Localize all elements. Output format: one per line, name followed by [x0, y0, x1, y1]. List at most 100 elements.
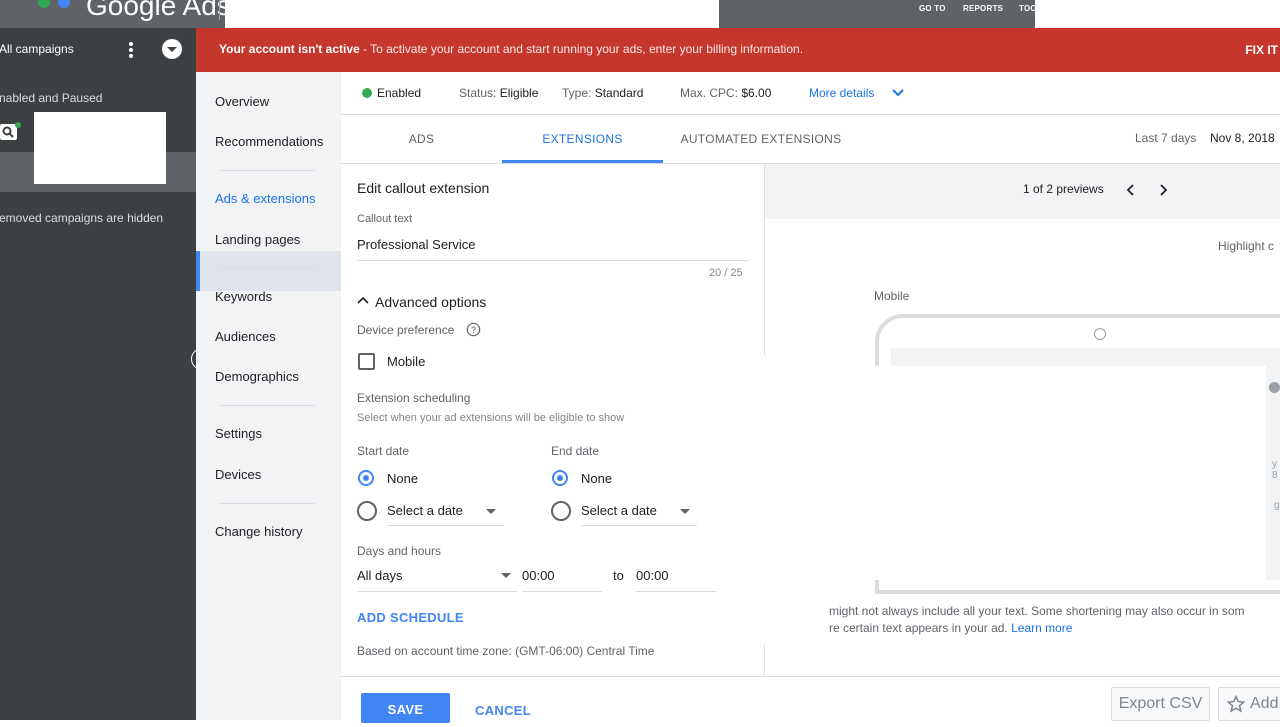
star-icon — [1227, 695, 1245, 713]
start-none-label: None — [387, 471, 419, 486]
redacted-area — [34, 112, 166, 184]
end-none-radio[interactable] — [552, 470, 568, 486]
dropdown-circle-icon[interactable] — [161, 38, 183, 60]
menu-divider — [219, 267, 315, 268]
tab-automated-extensions[interactable]: AUTOMATED EXTENSIONS — [663, 132, 859, 146]
menu-item-overview[interactable]: Overview — [215, 94, 269, 109]
timezone-note: Based on account time zone: (GMT-06:00) … — [357, 644, 655, 658]
status-field: Status: Eligible — [459, 86, 538, 100]
cpc-label: Max. CPC: — [680, 86, 739, 100]
edit-callout-panel: Edit callout extension Callout text Prof… — [341, 164, 764, 676]
mobile-checkbox[interactable] — [358, 353, 375, 370]
end-none-label: None — [581, 471, 613, 486]
learn-more-link[interactable]: Learn more — [1011, 621, 1072, 635]
date-range-value[interactable]: Nov 8, 2018 — [1210, 131, 1275, 145]
banner-text: - To activate your account and start run… — [359, 42, 804, 56]
enabled-status[interactable]: Enabled — [377, 86, 421, 100]
menu-divider — [219, 503, 315, 504]
status-value: Eligible — [499, 86, 539, 100]
status-label: Status: — [459, 86, 497, 100]
preview-text-fragment: y 8 — [1272, 459, 1278, 481]
from-time-input[interactable]: 00:00 — [522, 568, 555, 583]
input-underline — [522, 591, 602, 592]
tab-ads[interactable]: ADS — [341, 132, 502, 146]
redacted-area — [1035, 0, 1280, 28]
cancel-button[interactable]: CANCEL — [475, 703, 531, 718]
start-none-radio[interactable] — [358, 470, 374, 486]
highlight-text: Highlight c — [1218, 239, 1275, 253]
input-underline — [636, 591, 716, 592]
chevron-right-icon[interactable] — [1156, 182, 1170, 198]
logo-green-dot — [38, 0, 50, 8]
callout-text-input[interactable]: Professional Service — [357, 237, 476, 252]
more-vert-icon[interactable] — [126, 40, 136, 60]
menu-item-settings[interactable]: Settings — [215, 426, 262, 441]
help-icon[interactable]: ? — [466, 322, 481, 337]
campaign-scope-label[interactable]: All campaigns — [0, 42, 74, 56]
end-select-date-dropdown[interactable]: Select a date — [581, 503, 657, 518]
active-menu-highlight — [196, 251, 341, 291]
menu-item-audiences[interactable]: Audiences — [215, 329, 276, 344]
dropdown-underline — [387, 525, 503, 526]
caret-down-icon[interactable] — [486, 509, 496, 514]
caret-down-icon[interactable] — [501, 573, 511, 578]
caret-down-icon[interactable] — [680, 509, 690, 514]
advanced-options-toggle[interactable]: Advanced options — [375, 294, 486, 310]
fix-it-button[interactable]: FIX IT — [1245, 43, 1278, 57]
panel-title: Edit callout extension — [357, 180, 490, 196]
menu-item-landing-pages[interactable]: Landing pages — [215, 232, 300, 247]
nav-goto[interactable]: GO TO — [919, 4, 946, 13]
end-date-label: End date — [551, 444, 600, 458]
account-inactive-banner: Your account isn't active - To activate … — [196, 28, 1280, 72]
tab-extensions[interactable]: EXTENSIONS — [502, 132, 663, 146]
menu-item-change-history[interactable]: Change history — [215, 524, 302, 539]
add-schedule-button[interactable]: ADD SCHEDULE — [357, 610, 464, 625]
chevron-left-icon[interactable] — [1124, 182, 1138, 198]
logo-blue-dot — [58, 0, 70, 8]
app-logo-text: Google Ads — [86, 0, 231, 21]
preview-note-line-2: re certain text appears in your ad. Lear… — [829, 621, 1072, 635]
to-label: to — [613, 568, 624, 583]
menu-item-keywords[interactable]: Keywords — [215, 289, 272, 304]
type-label: Type: — [562, 86, 592, 100]
start-date-label: Start date — [357, 444, 410, 458]
preview-text-fragment: g — [1274, 500, 1280, 511]
preview-device-label: Mobile — [874, 289, 910, 303]
page-menu: Overview Recommendations Ads & extension… — [196, 72, 341, 720]
save-button[interactable]: SAVE — [361, 693, 450, 723]
menu-item-devices[interactable]: Devices — [215, 467, 261, 482]
menu-item-demographics[interactable]: Demographics — [215, 369, 299, 384]
char-counter: 20 / 25 — [709, 267, 743, 279]
menu-item-ads-extensions[interactable]: Ads & extensions — [215, 191, 315, 206]
campaign-filter-label[interactable]: nabled and Paused — [0, 91, 102, 105]
chevron-down-icon[interactable] — [891, 88, 905, 98]
to-time-input[interactable]: 00:00 — [636, 568, 669, 583]
add-star-button[interactable]: Add — [1218, 687, 1280, 721]
input-underline — [357, 260, 748, 261]
date-range-label: Last 7 days — [1135, 131, 1197, 145]
more-details-link[interactable]: More details — [809, 86, 874, 100]
phone-camera-icon — [1094, 328, 1106, 340]
redacted-area — [225, 0, 719, 28]
nav-reports[interactable]: REPORTS — [963, 4, 1003, 13]
redacted-area — [860, 366, 1266, 580]
top-bar: Google Ads GO TO REPORTS TOO — [0, 0, 1280, 28]
chevron-up-icon[interactable] — [357, 295, 369, 305]
logo-divider — [219, 0, 220, 20]
active-tab-indicator — [502, 160, 663, 163]
days-hours-label: Days and hours — [357, 544, 442, 558]
type-value: Standard — [594, 86, 644, 100]
start-select-date-radio[interactable] — [357, 501, 377, 521]
campaign-status-row: Enabled Status: Eligible Type: Standard … — [341, 72, 1280, 115]
days-dropdown[interactable]: All days — [357, 568, 403, 583]
end-select-date-radio[interactable] — [551, 501, 571, 521]
banner-message: Your account isn't active - To activate … — [219, 42, 803, 56]
banner-bold-text: Your account isn't active — [219, 42, 360, 56]
form-footer: SAVE CANCEL Export CSV Add — [341, 676, 1280, 723]
export-csv-button[interactable]: Export CSV — [1111, 687, 1210, 721]
info-icon[interactable] — [1269, 382, 1280, 393]
device-preference-label: Device preference — [357, 323, 455, 337]
start-select-date-dropdown[interactable]: Select a date — [387, 503, 463, 518]
menu-item-recommendations[interactable]: Recommendations — [215, 134, 323, 149]
preview-note-text: re certain text appears in your ad. — [829, 621, 1008, 635]
